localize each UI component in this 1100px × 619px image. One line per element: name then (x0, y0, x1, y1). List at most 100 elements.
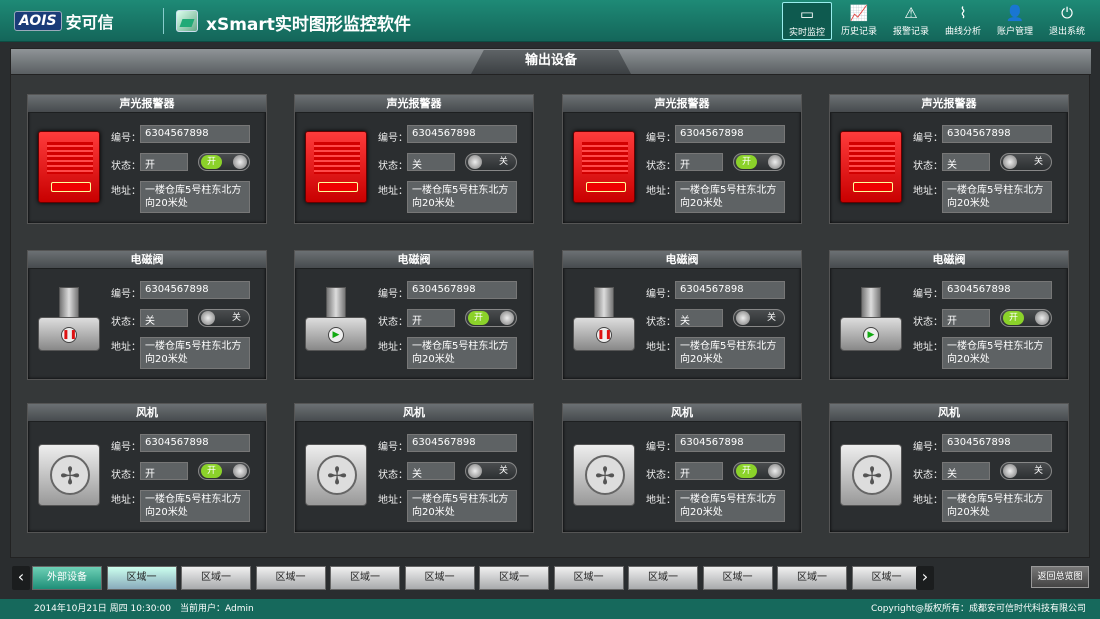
play-icon: ▶ (328, 327, 344, 343)
copyright: Copyright@版权所有：成都安可信时代科技有限公司 (871, 604, 1086, 614)
tab-area[interactable]: 区域一 (404, 566, 475, 590)
device-title: 风机 (830, 404, 1068, 422)
toggle-knob (233, 464, 247, 478)
device-title: 声光报警器 (295, 95, 533, 113)
user-icon: 👤 (1005, 4, 1025, 22)
alarm-light-icon (38, 131, 100, 203)
solenoid-valve-icon: ▶ (305, 287, 367, 359)
status-field: 开 (675, 462, 723, 480)
address-field: 一楼仓库5号柱东北方向20米处 (675, 181, 785, 213)
device-card: 声光报警器 编号： 状态： 地址： 6304567898 开 开 一楼仓库5号柱… (27, 94, 267, 224)
pause-icon: ❚❚ (61, 327, 77, 343)
address-label: 地址： (378, 342, 408, 353)
toggle-knob (768, 155, 782, 169)
tab-area[interactable]: 区域一 (479, 566, 549, 590)
address-field: 一楼仓库5号柱东北方向20米处 (140, 490, 250, 522)
tab-area[interactable]: 区域一 (255, 566, 326, 590)
status-label: 状态： (913, 470, 943, 481)
device-title: 电磁阀 (28, 251, 266, 269)
toggle-knob (468, 155, 482, 169)
id-label: 编号： (378, 289, 408, 300)
address-label: 地址： (913, 495, 943, 506)
power-toggle[interactable]: 关 (1000, 462, 1052, 480)
tab-area[interactable]: 区域一 (553, 566, 624, 590)
prev-arrow-icon[interactable]: ‹ (12, 566, 30, 590)
tab-area[interactable]: 区域一 (628, 566, 698, 590)
status-field: 开 (942, 309, 990, 327)
power-toggle[interactable]: 关 (733, 309, 785, 327)
logo: AOIS 安可信 (14, 8, 114, 34)
toggle-label: 开 (468, 311, 490, 325)
panel-title: 输出设备 (471, 50, 631, 74)
power-toggle[interactable]: 关 (465, 462, 517, 480)
address-label: 地址： (378, 495, 408, 506)
power-toggle[interactable]: 开 (733, 462, 785, 480)
pause-icon: ❚❚ (596, 327, 612, 343)
tab-area[interactable]: 区域一 (702, 566, 773, 590)
tab-area[interactable]: 区域一 (330, 566, 400, 590)
address-label: 地址： (646, 186, 676, 197)
power-toggle[interactable]: 关 (1000, 153, 1052, 171)
device-id-field: 6304567898 (407, 434, 517, 452)
device-id-field: 6304567898 (942, 281, 1052, 299)
address-label: 地址： (111, 342, 141, 353)
solenoid-valve-icon: ❚❚ (573, 287, 635, 359)
device-card: 风机 ✢ 编号： 状态： 地址： 6304567898 关 关 一楼仓库5号柱东… (294, 403, 534, 533)
logo-mark: AOIS (14, 11, 62, 31)
status-bar: 2014年10月21日 周四 10:30:00 当前用户：Admin Copyr… (0, 599, 1100, 619)
tab-area[interactable]: 区域一 (851, 566, 922, 590)
monitor-icon: ▭ (799, 5, 815, 23)
device-title: 风机 (28, 404, 266, 422)
id-label: 编号： (111, 133, 141, 144)
toggle-knob (468, 464, 482, 478)
status-label: 状态： (646, 470, 676, 481)
back-overview-button[interactable]: 返回总览图 (1031, 566, 1089, 588)
nav-user[interactable]: 👤 账户管理 (990, 2, 1040, 40)
status-label: 状态： (111, 470, 141, 481)
nav-label: 账户管理 (996, 27, 1033, 37)
tab-area[interactable]: 区域一 (777, 566, 847, 590)
toggle-knob (500, 311, 514, 325)
nav-power[interactable]: ⏻ 退出系统 (1042, 2, 1092, 40)
nav-curve[interactable]: ⌇ 曲线分析 (938, 2, 988, 40)
tab-external-devices[interactable]: 外部设备 (32, 566, 102, 590)
status-label: 状态： (378, 161, 408, 172)
device-card: 电磁阀 ▶ 编号： 状态： 地址： 6304567898 开 开 一楼仓库5号柱… (294, 250, 534, 380)
status-field: 开 (407, 309, 455, 327)
next-arrow-icon[interactable]: › (916, 566, 934, 590)
device-title: 电磁阀 (295, 251, 533, 269)
tab-area[interactable]: 区域一 (106, 566, 177, 590)
status-label: 状态： (913, 317, 943, 328)
toggle-knob (1035, 311, 1049, 325)
device-card: 电磁阀 ❚❚ 编号： 状态： 地址： 6304567898 关 关 一楼仓库5号… (27, 250, 267, 380)
power-toggle[interactable]: 关 (198, 309, 250, 327)
power-toggle[interactable]: 开 (1000, 309, 1052, 327)
power-toggle[interactable]: 开 (198, 462, 250, 480)
address-field: 一楼仓库5号柱东北方向20米处 (675, 490, 785, 522)
power-toggle[interactable]: 开 (198, 153, 250, 171)
nav-monitor[interactable]: ▭ 实时监控 (782, 2, 832, 40)
device-card: 风机 ✢ 编号： 状态： 地址： 6304567898 关 关 一楼仓库5号柱东… (829, 403, 1069, 533)
address-label: 地址： (111, 495, 141, 506)
address-label: 地址： (378, 186, 408, 197)
fan-icon: ✢ (38, 444, 100, 506)
power-toggle[interactable]: 开 (465, 309, 517, 327)
fan-icon: ✢ (305, 444, 367, 506)
tab-area[interactable]: 区域一 (181, 566, 251, 590)
device-card: 声光报警器 编号： 状态： 地址： 6304567898 关 关 一楼仓库5号柱… (294, 94, 534, 224)
app-icon (176, 10, 198, 32)
device-title: 电磁阀 (563, 251, 801, 269)
id-label: 编号： (646, 289, 676, 300)
power-toggle[interactable]: 开 (733, 153, 785, 171)
device-card: 风机 ✢ 编号： 状态： 地址： 6304567898 开 开 一楼仓库5号柱东… (562, 403, 802, 533)
device-id-field: 6304567898 (407, 125, 517, 143)
nav-warning[interactable]: ⚠ 报警记录 (886, 2, 936, 40)
device-id-field: 6304567898 (140, 434, 250, 452)
device-id-field: 6304567898 (140, 125, 250, 143)
power-toggle[interactable]: 关 (465, 153, 517, 171)
nav-chart-line[interactable]: 📈 历史记录 (834, 2, 884, 40)
device-title: 风机 (295, 404, 533, 422)
toggle-knob (736, 311, 750, 325)
chart-line-icon: 📈 (849, 4, 869, 22)
address-label: 地址： (646, 495, 676, 506)
